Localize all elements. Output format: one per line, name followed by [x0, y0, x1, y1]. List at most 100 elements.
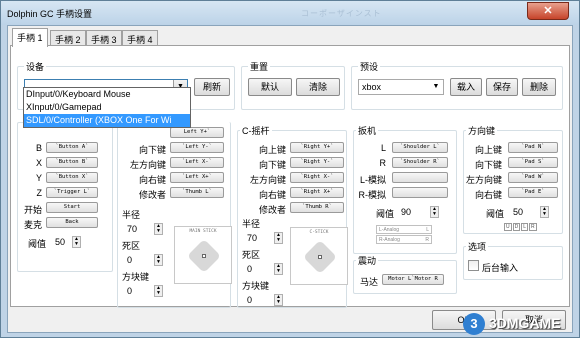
l-analog-tag: L — [426, 227, 429, 233]
trigger-r-analog-mapping[interactable] — [392, 187, 448, 198]
button-y-mapping[interactable]: `Button X` — [46, 172, 98, 183]
c-stick-up-mapping[interactable]: `Right Y+` — [290, 142, 344, 153]
c-stick-left-mapping[interactable]: `Right X-` — [290, 172, 344, 183]
button-z-label: Z — [36, 188, 43, 198]
dialog-window: Dolphin GC 手柄设置 コーポーザインスト ✕ 手柄 1 手柄 2 手柄… — [0, 0, 580, 338]
motor-mapping[interactable]: Motor L`Motor R — [382, 274, 444, 285]
c-stick-radius-spinner[interactable]: 70 ▲ ▼ — [244, 231, 284, 244]
c-stick-modifier-mapping[interactable]: `Thumb R` — [290, 202, 344, 213]
dpad-down-label: 向下键 — [474, 160, 502, 170]
trigger-r-label: R — [379, 158, 387, 168]
c-stick-square-label: 方块键 — [242, 281, 270, 291]
preset-select-value: xbox — [362, 82, 382, 92]
button-b-mapping[interactable]: `Button A` — [46, 142, 98, 153]
spinner-arrows-icon[interactable]: ▲ ▼ — [154, 223, 163, 235]
dpad-light-right: R — [529, 223, 537, 231]
stick-position-icon — [318, 255, 322, 259]
c-stick-square-value: 0 — [247, 295, 253, 305]
close-button[interactable]: ✕ — [527, 2, 569, 20]
background-window-title: コーポーザインスト — [301, 9, 382, 18]
dpad-left-mapping[interactable]: `Pad W` — [508, 172, 558, 183]
main-stick-dead-value: 0 — [127, 255, 133, 265]
triggers-threshold-label: 阈值 — [376, 209, 395, 219]
refresh-button[interactable]: 刷新 — [194, 78, 230, 96]
spinner-arrows-icon[interactable]: ▲ ▼ — [154, 254, 163, 266]
button-start-label: 开始 — [23, 205, 42, 215]
dpad-light-up: U — [504, 223, 512, 231]
main-stick-modifier-mapping[interactable]: `Thumb L` — [170, 187, 224, 198]
c-stick-down-label: 向下键 — [258, 160, 286, 170]
spinner-arrows-icon[interactable]: ▲ ▼ — [154, 285, 163, 297]
preset-select[interactable]: xbox ▼ — [358, 79, 444, 95]
delete-preset-button[interactable]: 删除 — [522, 78, 556, 96]
device-option-xinput-gamepad[interactable]: XInput/0/Gamepad — [24, 101, 190, 114]
window-title: Dolphin GC 手柄设置 — [7, 9, 93, 19]
clear-button[interactable]: 清除 — [296, 78, 340, 96]
button-mic-mapping[interactable]: Back — [46, 217, 98, 228]
c-stick-modifier-label: 修改者 — [258, 205, 286, 215]
dpad-threshold-spinner[interactable]: 50 ▲ ▼ — [510, 205, 550, 218]
l-analog-meter: L-Analog L — [376, 225, 432, 234]
rumble-title: 震动 — [356, 254, 379, 267]
main-stick-left-mapping[interactable]: `Left X-` — [170, 157, 224, 168]
main-stick-radius-value: 70 — [127, 224, 138, 234]
c-stick-down-mapping[interactable]: `Right Y-` — [290, 157, 344, 168]
main-stick-down-mapping[interactable]: `Left Y-` — [170, 142, 224, 153]
trigger-l-analog-label: L-模拟 — [359, 175, 386, 185]
c-stick-right-mapping[interactable]: `Right X+` — [290, 187, 344, 198]
dpad-up-mapping[interactable]: `Pad N` — [508, 142, 558, 153]
trigger-l-analog-mapping[interactable] — [392, 172, 448, 183]
dpad-threshold-value: 50 — [513, 207, 524, 217]
main-stick-left-label: 左方向键 — [129, 160, 166, 170]
tab-controller-1[interactable]: 手柄 1 — [12, 28, 48, 47]
c-stick-dead-spinner[interactable]: 0 ▲ ▼ — [244, 262, 284, 275]
spinner-arrows-icon[interactable]: ▲ ▼ — [540, 206, 549, 218]
trigger-l-mapping[interactable]: `Shoulder L` — [392, 142, 448, 153]
main-stick-radius-spinner[interactable]: 70 ▲ ▼ — [124, 222, 164, 235]
spinner-arrows-icon[interactable]: ▲ ▼ — [72, 236, 81, 248]
tab-controller-2[interactable]: 手柄 2 — [50, 30, 86, 46]
dpad-left-label: 左方向键 — [465, 175, 502, 185]
main-stick-up-mapping[interactable]: Left Y+` — [170, 127, 224, 138]
spinner-arrows-icon[interactable]: ▲ ▼ — [274, 263, 283, 275]
button-x-label: X — [35, 158, 42, 168]
triggers-threshold-value: 90 — [401, 207, 412, 217]
spinner-arrows-icon[interactable]: ▲ ▼ — [274, 294, 283, 306]
triggers-threshold-spinner[interactable]: 90 ▲ ▼ — [398, 205, 440, 218]
button-z-mapping[interactable]: `Trigger L` — [46, 187, 98, 198]
chevron-down-icon[interactable]: ▼ — [429, 80, 443, 94]
save-preset-button[interactable]: 保存 — [486, 78, 518, 96]
title-bar[interactable]: Dolphin GC 手柄设置 コーポーザインスト ✕ — [1, 1, 579, 25]
load-preset-button[interactable]: 载入 — [450, 78, 482, 96]
main-stick-dead-spinner[interactable]: 0 ▲ ▼ — [124, 253, 164, 266]
device-option-keyboard-mouse[interactable]: DInput/0/Keyboard Mouse — [24, 88, 190, 101]
spinner-arrows-icon[interactable]: ▲ ▼ — [430, 206, 439, 218]
buttons-threshold-spinner[interactable]: 50 ▲ ▼ — [52, 235, 82, 248]
main-stick-right-mapping[interactable]: `Left X+` — [170, 172, 224, 183]
spinner-arrows-icon[interactable]: ▲ ▼ — [274, 232, 283, 244]
main-stick-caption: MAIN STICK — [189, 229, 217, 234]
device-dropdown-list[interactable]: DInput/0/Keyboard Mouse XInput/0/Gamepad… — [23, 87, 191, 128]
preset-group-title: 预设 — [358, 60, 381, 73]
button-y-label: Y — [35, 173, 42, 183]
tab-controller-4[interactable]: 手柄 4 — [122, 30, 158, 46]
device-option-sdl-controller[interactable]: SDL/0/Controller (XBOX One For Wi — [24, 114, 190, 127]
main-stick-square-spinner[interactable]: 0 ▲ ▼ — [124, 284, 164, 297]
background-input-checkbox[interactable] — [468, 260, 479, 271]
default-button[interactable]: 默认 — [248, 78, 292, 96]
main-stick-square-label: 方块键 — [122, 272, 150, 282]
main-stick-preview: MAIN STICK — [174, 226, 232, 284]
c-stick-square-spinner[interactable]: 0 ▲ ▼ — [244, 293, 284, 306]
c-stick-preview: C-STICK — [290, 227, 348, 285]
dpad-light-down: D — [512, 223, 521, 231]
tab-controller-3[interactable]: 手柄 3 — [86, 30, 122, 46]
button-x-mapping[interactable]: `Button B` — [46, 157, 98, 168]
rumble-group: 震动 马达 Motor L`Motor R — [353, 254, 457, 294]
dpad-right-mapping[interactable]: `Pad E` — [508, 187, 558, 198]
options-group: 选项 后台输入 — [463, 240, 563, 280]
trigger-r-mapping[interactable]: `Shoulder R` — [392, 157, 448, 168]
dpad-down-mapping[interactable]: `Pad S` — [508, 157, 558, 168]
l-analog-label: L-Analog — [379, 227, 400, 233]
button-start-mapping[interactable]: Start — [46, 202, 98, 213]
dpad-up-label: 向上键 — [474, 145, 502, 155]
